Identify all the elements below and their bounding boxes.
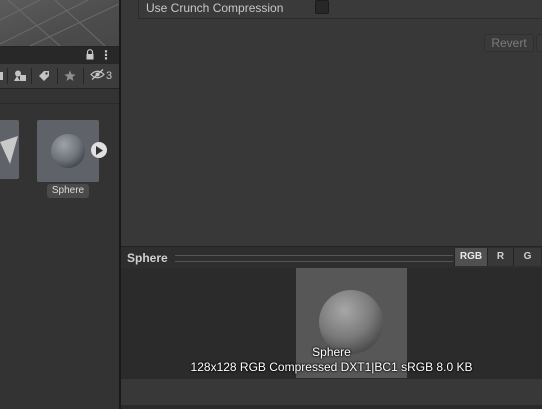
preview-header: Sphere RGB R G bbox=[121, 246, 542, 269]
channel-g-button[interactable]: G bbox=[513, 248, 541, 266]
preview-image-name: Sphere bbox=[312, 345, 351, 359]
project-pane: ⋮ 3 Sphere bbox=[0, 0, 119, 409]
channel-r-button[interactable]: R bbox=[487, 248, 513, 266]
crunch-compression-row: Use Crunch Compression bbox=[138, 0, 542, 19]
kebab-menu-icon[interactable]: ⋮ bbox=[100, 49, 112, 62]
preview-title: Sphere bbox=[127, 251, 168, 265]
preview-texture-info: 128x128 RGB Compressed DXT1|BC1 sRGB 8.0… bbox=[190, 360, 473, 374]
preview-drag-handle[interactable] bbox=[175, 255, 453, 262]
inspector-panel: Use Crunch Compression Revert bbox=[121, 0, 542, 246]
play-icon[interactable] bbox=[91, 142, 107, 158]
texture-preview-area: Sphere 128x128 RGB Compressed DXT1|BC1 s… bbox=[121, 268, 542, 378]
project-toolbar: 3 bbox=[0, 64, 119, 89]
bottom-bar bbox=[121, 405, 542, 409]
project-pane-header: ⋮ bbox=[0, 47, 119, 64]
tag-icon[interactable] bbox=[33, 67, 55, 85]
shapes-icon[interactable] bbox=[10, 67, 30, 85]
asset-tile-sphere[interactable] bbox=[37, 120, 99, 182]
channel-rgb-button[interactable]: RGB bbox=[454, 248, 487, 266]
unity-editor-window: ⋮ 3 Sphere Use Crunch Compression Revert… bbox=[0, 0, 542, 409]
scene-view-preview[interactable] bbox=[0, 0, 119, 47]
scene-icon[interactable] bbox=[0, 67, 6, 85]
asset-tile-partial[interactable] bbox=[0, 120, 19, 179]
star-icon[interactable] bbox=[59, 67, 81, 85]
revert-button[interactable]: Revert bbox=[484, 34, 534, 52]
hidden-count: 3 bbox=[105, 70, 113, 82]
lock-icon[interactable] bbox=[84, 49, 96, 62]
hidden-packages-toggle[interactable]: 3 bbox=[86, 67, 116, 85]
crunch-compression-label: Use Crunch Compression bbox=[146, 1, 284, 15]
eye-slash-icon bbox=[90, 69, 105, 83]
apply-button[interactable] bbox=[536, 34, 542, 52]
asset-grid: Sphere bbox=[0, 89, 119, 409]
crunch-compression-checkbox[interactable] bbox=[315, 0, 329, 14]
asset-label-sphere[interactable]: Sphere bbox=[47, 184, 89, 198]
